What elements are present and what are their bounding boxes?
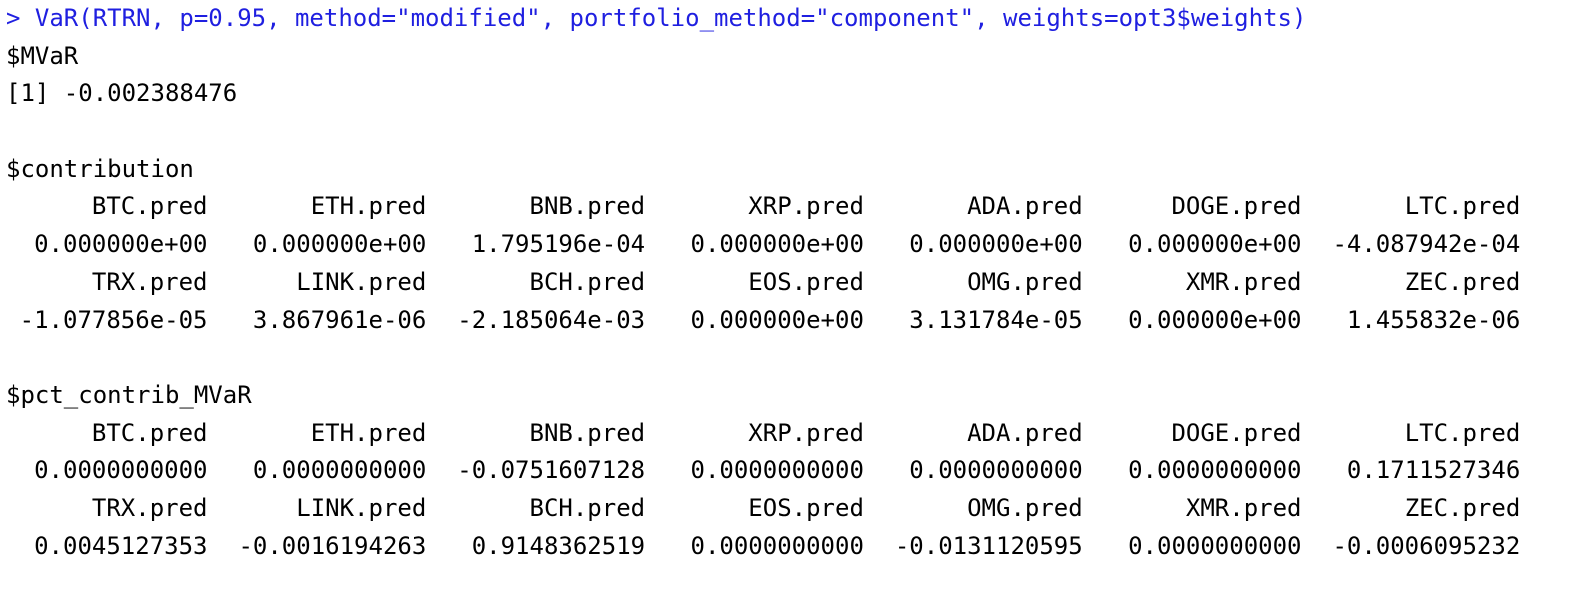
- value-cell: 0.000000e+00: [1128, 230, 1302, 259]
- column-header: ZEC.pred: [1404, 267, 1521, 296]
- column-header: XMR.pred: [1185, 267, 1302, 296]
- value-cell: 0.0000000000: [1128, 531, 1302, 560]
- column-header: BCH.pred: [529, 493, 646, 522]
- value-cell: 0.0000000000: [252, 456, 427, 485]
- pct-contrib-label: $pct_contrib_MVaR: [6, 380, 252, 409]
- column-header: DOGE.pred: [1171, 418, 1302, 447]
- value-cell: 0.0000000000: [1128, 456, 1302, 485]
- contribution-value-row-2: -1.077856e-05 3.867961e-06 -2.185064e-03…: [6, 302, 1586, 340]
- value-cell: 3.131784e-05: [909, 305, 1083, 334]
- column-header: ADA.pred: [967, 192, 1083, 221]
- mvar-value: [1] -0.002388476: [6, 79, 238, 108]
- column-header: TRX.pred: [91, 267, 208, 296]
- value-cell: 0.000000e+00: [34, 230, 208, 259]
- value-cell: 0.9148362519: [471, 531, 646, 560]
- contribution-value-row-1: 0.000000e+00 0.000000e+00 1.795196e-04 0…: [6, 226, 1586, 264]
- column-header: EOS.pred: [748, 493, 864, 522]
- column-header: OMG.pred: [967, 493, 1083, 522]
- value-cell: 3.867961e-06: [252, 305, 427, 334]
- value-cell: 0.0000000000: [690, 531, 864, 560]
- column-header: BNB.pred: [529, 192, 646, 221]
- column-header: OMG.pred: [967, 267, 1083, 296]
- pct-value-row-1: 0.0000000000 0.0000000000 -0.0751607128 …: [6, 452, 1586, 490]
- contribution-label: $contribution: [6, 154, 194, 183]
- column-header: ETH.pred: [310, 418, 427, 447]
- r-console-output: > VaR(RTRN, p=0.95, method="modified", p…: [6, 0, 1586, 602]
- column-header: BTC.pred: [91, 418, 208, 447]
- column-header: TRX.pred: [91, 493, 208, 522]
- value-cell: 0.000000e+00: [1128, 305, 1302, 334]
- command-line[interactable]: > VaR(RTRN, p=0.95, method="modified", p…: [6, 0, 1586, 38]
- value-cell: 0.0000000000: [690, 456, 864, 485]
- value-cell: 0.0045127353: [34, 531, 208, 560]
- value-cell: 1.795196e-04: [471, 230, 646, 259]
- value-cell: -1.077856e-05: [19, 305, 208, 334]
- value-cell: -0.0131120595: [894, 531, 1083, 560]
- value-cell: 0.000000e+00: [252, 230, 427, 259]
- value-cell: 0.1711527346: [1346, 456, 1521, 485]
- pct-header-row-1: BTC.pred ETH.pred BNB.pred XRP.pred ADA.…: [6, 415, 1586, 453]
- column-header: XMR.pred: [1185, 493, 1302, 522]
- column-header: BNB.pred: [529, 418, 646, 447]
- value-cell: 0.000000e+00: [909, 230, 1083, 259]
- column-header: ADA.pred: [967, 418, 1083, 447]
- contribution-header-row-1: BTC.pred ETH.pred BNB.pred XRP.pred ADA.…: [6, 188, 1586, 226]
- value-cell: 0.0000000000: [34, 456, 208, 485]
- column-header: LINK.pred: [296, 493, 427, 522]
- column-header: BTC.pred: [91, 192, 208, 221]
- value-cell: 0.000000e+00: [690, 230, 864, 259]
- value-cell: 1.455832e-06: [1346, 305, 1521, 334]
- column-header: XRP.pred: [748, 418, 864, 447]
- column-header: LTC.pred: [1404, 192, 1521, 221]
- column-header: BCH.pred: [529, 267, 646, 296]
- column-header: ZEC.pred: [1404, 493, 1521, 522]
- value-cell: -4.087942e-04: [1332, 230, 1521, 259]
- column-header: ETH.pred: [310, 192, 427, 221]
- column-header: DOGE.pred: [1171, 192, 1302, 221]
- column-header: XRP.pred: [748, 192, 864, 221]
- mvar-label: $MVaR: [6, 41, 79, 70]
- column-header: LINK.pred: [296, 267, 427, 296]
- column-header: EOS.pred: [748, 267, 864, 296]
- value-cell: -0.0006095232: [1332, 531, 1521, 560]
- value-cell: -0.0751607128: [457, 456, 646, 485]
- contribution-header-row-2: TRX.pred LINK.pred BCH.pred EOS.pred OMG…: [6, 264, 1586, 302]
- value-cell: -2.185064e-03: [457, 305, 646, 334]
- value-cell: -0.0016194263: [238, 531, 427, 560]
- value-cell: 0.000000e+00: [690, 305, 864, 334]
- pct-header-row-2: TRX.pred LINK.pred BCH.pred EOS.pred OMG…: [6, 490, 1586, 528]
- column-header: LTC.pred: [1404, 418, 1521, 447]
- pct-value-row-2: 0.0045127353 -0.0016194263 0.9148362519 …: [6, 528, 1586, 566]
- value-cell: 0.0000000000: [909, 456, 1083, 485]
